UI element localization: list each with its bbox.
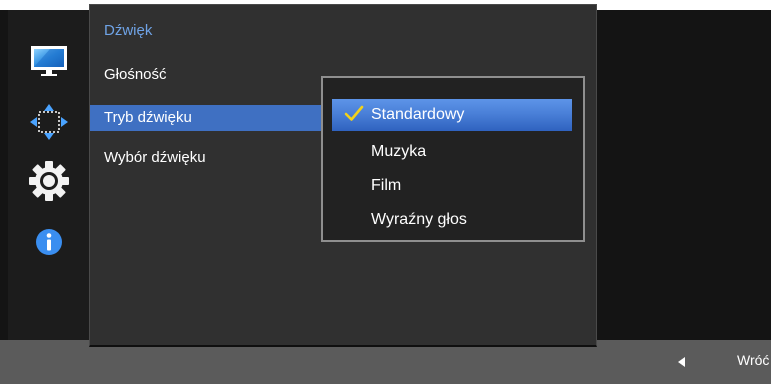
submenu-option-label: Wyraźny głos	[371, 211, 467, 228]
menu-item-sound-mode[interactable]: Tryb dźwięku	[90, 105, 330, 131]
submenu-option-label: Muzyka	[371, 143, 427, 160]
submenu-option-music[interactable]: Muzyka	[332, 136, 572, 168]
back-arrow-icon	[678, 357, 685, 367]
submenu-option-label: Film	[371, 177, 402, 194]
sound-mode-submenu: Standardowy Muzyka Film Wyraźny głos	[321, 76, 585, 242]
submenu-option-clear-voice[interactable]: Wyraźny głos	[332, 204, 572, 236]
menu-item-volume[interactable]: Głośność	[90, 62, 330, 88]
picture-monitor-icon[interactable]	[30, 45, 68, 77]
menu-item-sound-select[interactable]: Wybór dźwięku	[90, 145, 330, 171]
back-button[interactable]: Wróć	[737, 352, 769, 368]
information-icon[interactable]	[35, 228, 63, 256]
settings-gear-icon[interactable]	[28, 160, 70, 202]
submenu-option-label: Standardowy	[371, 106, 465, 123]
check-icon	[344, 105, 364, 121]
position-arrows-icon[interactable]	[29, 103, 69, 141]
menu-title: Dźwięk	[104, 22, 153, 39]
osd-screen: Dźwięk Głośność Tryb dźwięku Wybór dźwię…	[0, 0, 771, 384]
submenu-option-movie[interactable]: Film	[332, 170, 572, 202]
submenu-option-standard[interactable]: Standardowy	[332, 99, 572, 131]
